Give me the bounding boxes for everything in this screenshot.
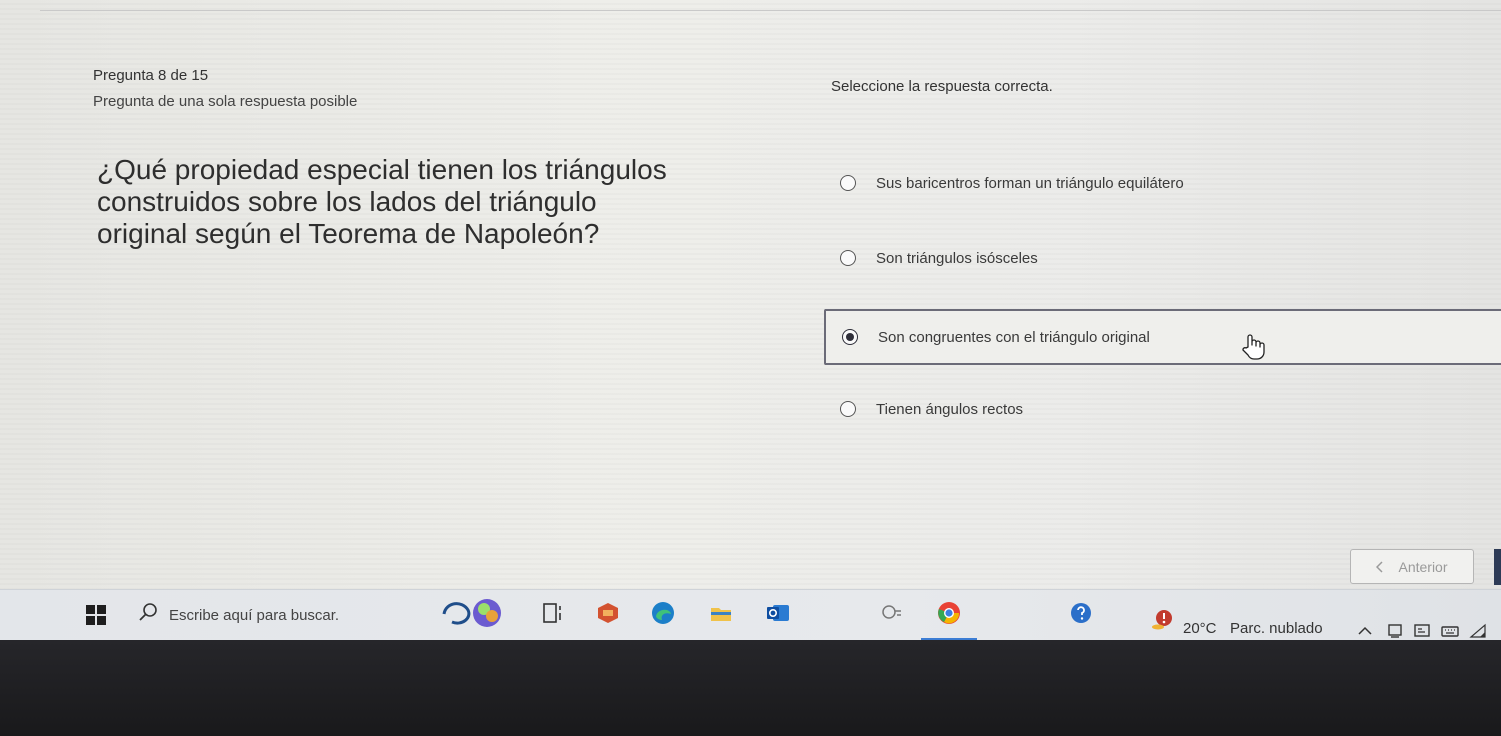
answer-instruction: Seleccione la respuesta correcta. — [831, 78, 1053, 95]
weather-temperature[interactable]: 20°C — [1183, 620, 1217, 637]
monitor-bezel — [0, 640, 1501, 736]
display-icon[interactable] — [1412, 622, 1432, 640]
next-button-edge[interactable] — [1494, 549, 1501, 585]
windows-start-icon[interactable] — [86, 605, 106, 625]
help-icon[interactable] — [1068, 600, 1094, 626]
question-text: ¿Qué propiedad especial tienen los trián… — [97, 154, 667, 249]
previous-button-label: Anterior — [1398, 558, 1448, 575]
task-view-icon[interactable] — [540, 600, 566, 626]
radio-button[interactable] — [840, 175, 856, 191]
answer-option-2[interactable]: Son triángulos isósceles — [824, 233, 1501, 283]
chevron-left-icon — [1376, 560, 1384, 573]
outlook-icon[interactable] — [765, 600, 791, 626]
network-icon[interactable] — [1385, 622, 1405, 640]
question-type: Pregunta de una sola respuesta posible — [93, 93, 358, 110]
answer-option-label: Tienen ángulos rectos — [876, 400, 1024, 418]
question-counter: Pregunta 8 de 15 — [93, 67, 209, 84]
chevron-up-icon[interactable] — [1355, 622, 1375, 640]
taskbar-search-input[interactable]: Escribe aquí para buscar. — [169, 607, 339, 624]
search-widget-icon[interactable] — [878, 600, 904, 626]
chrome-icon[interactable] — [936, 600, 962, 626]
previous-button[interactable]: Anterior — [1350, 549, 1474, 584]
radio-button[interactable] — [840, 250, 856, 266]
weather-alert-icon[interactable] — [1150, 608, 1178, 630]
radio-button[interactable] — [840, 401, 856, 417]
wifi-icon[interactable] — [1468, 622, 1488, 640]
radio-button-selected[interactable] — [842, 329, 858, 345]
answer-option-3[interactable]: Son congruentes con el triángulo origina… — [824, 309, 1501, 365]
quiz-screen: Pregunta 8 de 15 Pregunta de una sola re… — [0, 0, 1501, 640]
answer-option-label: Son congruentes con el triángulo origina… — [878, 328, 1150, 346]
office-icon[interactable] — [595, 600, 621, 626]
header-divider — [40, 10, 1501, 11]
copilot-icon[interactable] — [440, 596, 510, 628]
keyboard-icon[interactable] — [1440, 622, 1460, 640]
answer-option-4[interactable]: Tienen ángulos rectos — [824, 384, 1501, 434]
answer-option-label: Sus baricentros forman un triángulo equi… — [876, 174, 1184, 192]
search-icon[interactable] — [137, 601, 159, 623]
weather-condition[interactable]: Parc. nublado — [1230, 620, 1323, 637]
file-explorer-icon[interactable] — [708, 600, 734, 626]
edge-icon[interactable] — [650, 600, 676, 626]
answer-option-1[interactable]: Sus baricentros forman un triángulo equi… — [824, 158, 1501, 208]
hand-pointer-icon — [1242, 334, 1265, 360]
answer-option-label: Son triángulos isósceles — [876, 249, 1038, 267]
taskbar: Escribe aquí para buscar. 20°C Parc. nub… — [0, 589, 1501, 640]
